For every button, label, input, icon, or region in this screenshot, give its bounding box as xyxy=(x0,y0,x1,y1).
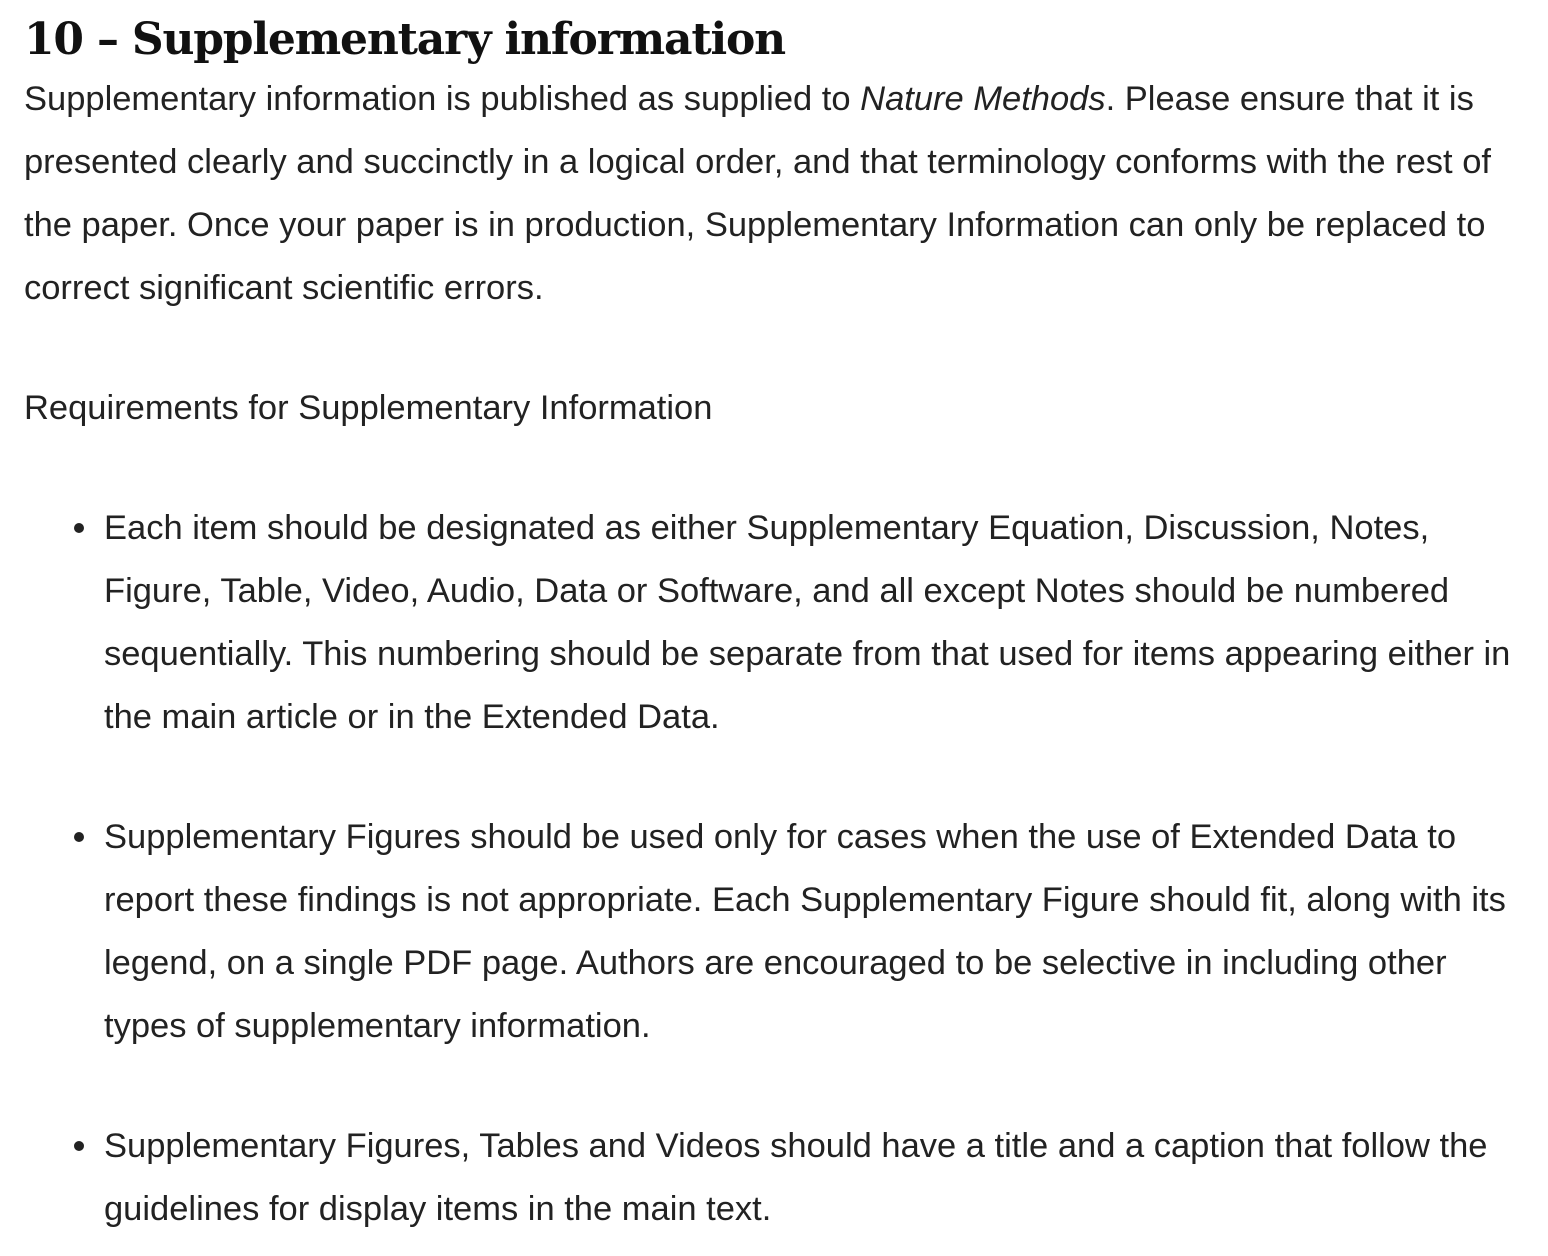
journal-name: Nature Methods xyxy=(860,80,1106,118)
requirements-list: Each item should be designated as either… xyxy=(24,497,1524,1241)
intro-text-before: Supplementary information is published a… xyxy=(24,80,861,118)
requirements-heading: Requirements for Supplementary Informati… xyxy=(24,389,713,427)
list-item-text: Supplementary Figures, Tables and Videos… xyxy=(104,1127,1488,1228)
document-page: 10 – Supplementary information Supplemen… xyxy=(0,0,1548,1256)
list-item-text: Each item should be designated as either… xyxy=(104,509,1511,736)
bullet-icon xyxy=(74,832,84,842)
list-item-text: Supplementary Figures should be used onl… xyxy=(104,818,1506,1045)
bullet-icon xyxy=(74,1141,84,1151)
list-item: Each item should be designated as either… xyxy=(24,497,1516,749)
bullet-icon xyxy=(74,523,84,533)
section-title: 10 – Supplementary information xyxy=(24,14,786,65)
intro-paragraph: Supplementary information is published a… xyxy=(24,68,1514,320)
list-item: Supplementary Figures, Tables and Videos… xyxy=(24,1115,1516,1241)
list-item: Supplementary Figures should be used onl… xyxy=(24,806,1516,1058)
